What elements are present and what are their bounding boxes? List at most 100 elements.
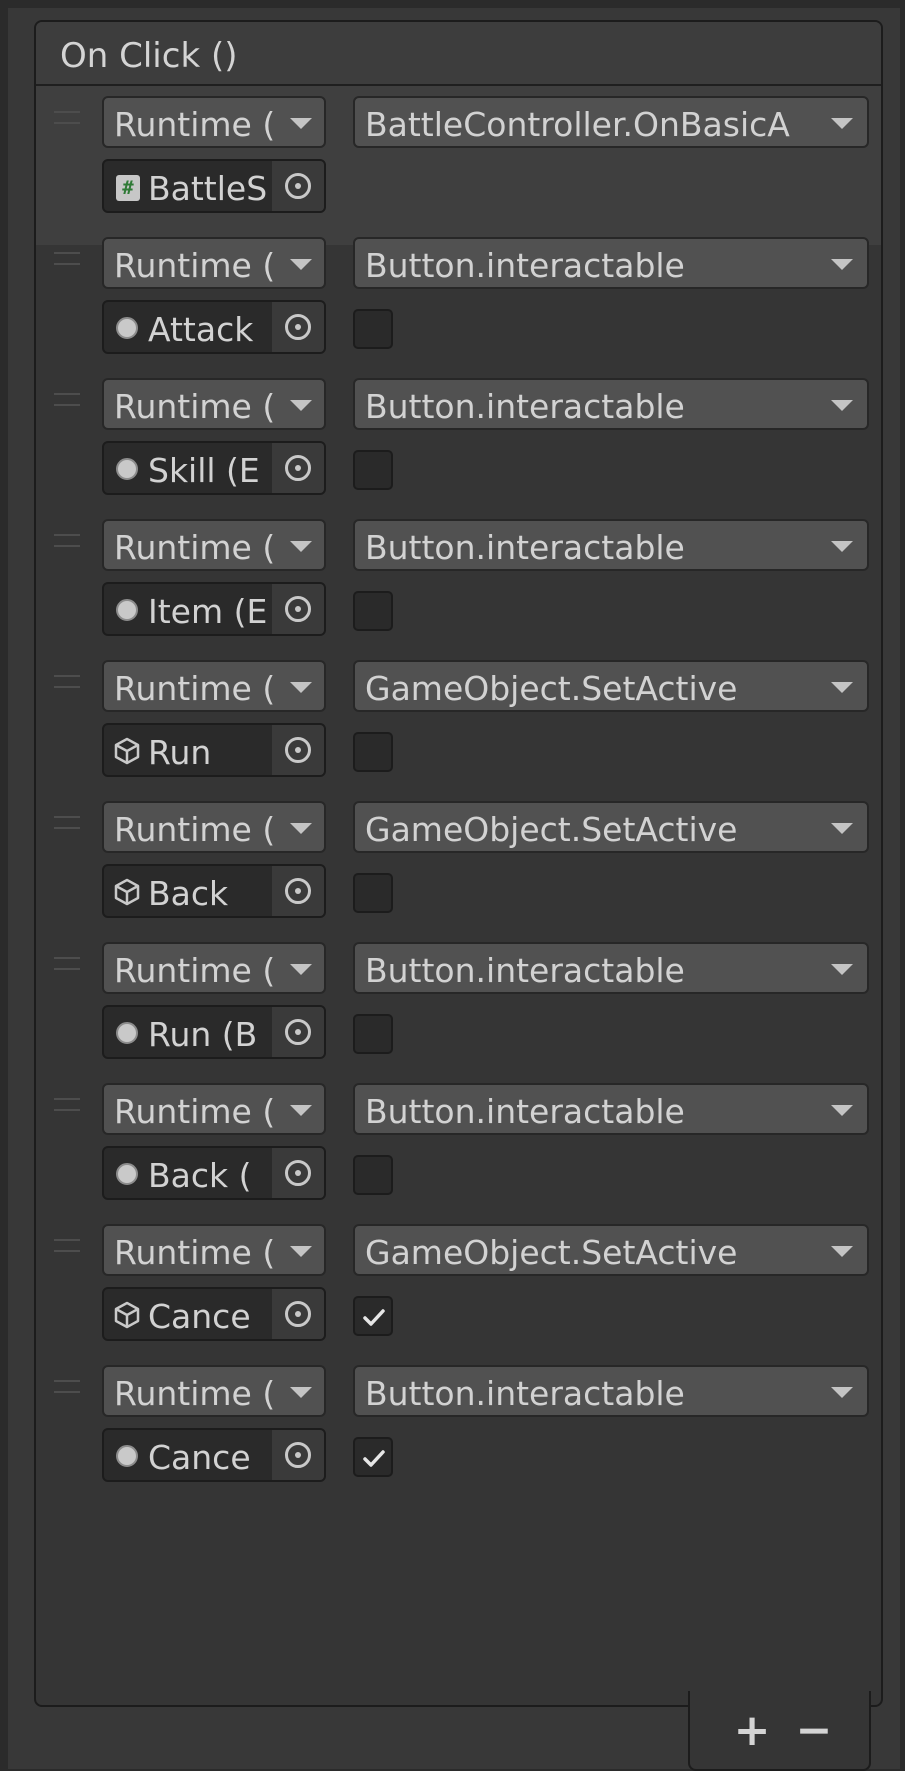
object-field[interactable]: Cance — [102, 1287, 326, 1341]
event-entry-row[interactable]: Runtime ( GameObject.SetActive Run — [36, 650, 881, 809]
value-checkbox[interactable] — [353, 1014, 393, 1054]
drag-handle-icon[interactable] — [54, 675, 80, 688]
value-checkbox[interactable] — [353, 873, 393, 913]
drag-handle-icon[interactable] — [54, 534, 80, 547]
runtime-dropdown[interactable]: Runtime ( — [102, 801, 326, 853]
value-checkbox[interactable] — [353, 1437, 393, 1477]
event-entry-row[interactable]: Runtime ( Button.interactable Cance — [36, 1355, 881, 1514]
object-picker-button[interactable] — [272, 584, 324, 634]
runtime-dropdown[interactable]: Runtime ( — [102, 519, 326, 571]
object-picker-button[interactable] — [272, 725, 324, 775]
object-label: BattleS — [148, 169, 268, 208]
event-entry-row[interactable]: Runtime ( Button.interactable Run (B — [36, 932, 881, 1091]
runtime-dropdown[interactable]: Runtime ( — [102, 96, 326, 148]
object-picker-icon — [285, 878, 311, 904]
drag-handle-icon[interactable] — [54, 1239, 80, 1252]
drag-handle-icon[interactable] — [54, 1098, 80, 1111]
object-picker-button[interactable] — [272, 866, 324, 916]
cube-icon — [114, 1301, 140, 1329]
remove-entry-button[interactable]: − — [790, 1707, 838, 1755]
circle-icon — [116, 1022, 138, 1044]
object-picker-button[interactable] — [272, 161, 324, 211]
object-field[interactable]: Cance — [102, 1428, 326, 1482]
function-dropdown[interactable]: Button.interactable — [353, 519, 869, 571]
event-entry-row[interactable]: Runtime ( GameObject.SetActive Back — [36, 791, 881, 950]
object-picker-button[interactable] — [272, 1148, 324, 1198]
function-label: Button.interactable — [365, 1092, 685, 1131]
runtime-label: Runtime ( — [114, 669, 276, 708]
object-picker-button[interactable] — [272, 1289, 324, 1339]
object-picker-button[interactable] — [272, 302, 324, 352]
object-label: Cance — [148, 1438, 251, 1477]
function-dropdown[interactable]: Button.interactable — [353, 237, 869, 289]
runtime-dropdown[interactable]: Runtime ( — [102, 1083, 326, 1135]
value-checkbox[interactable] — [353, 732, 393, 772]
object-field[interactable]: Back ( — [102, 1146, 326, 1200]
event-entry-row[interactable]: Runtime ( Button.interactable Back ( — [36, 1073, 881, 1232]
add-entry-button[interactable]: + — [728, 1707, 776, 1755]
dropdown-arrow-icon — [290, 964, 312, 975]
drag-handle-icon[interactable] — [54, 957, 80, 970]
function-label: GameObject.SetActive — [365, 669, 738, 708]
function-dropdown[interactable]: Button.interactable — [353, 942, 869, 994]
function-dropdown[interactable]: GameObject.SetActive — [353, 801, 869, 853]
dropdown-arrow-icon — [290, 541, 312, 552]
drag-handle-icon[interactable] — [54, 816, 80, 829]
script-icon: # — [116, 175, 140, 201]
object-field[interactable]: Back — [102, 864, 326, 918]
value-checkbox[interactable] — [353, 591, 393, 631]
function-label: Button.interactable — [365, 246, 685, 285]
dropdown-arrow-icon — [290, 118, 312, 129]
function-dropdown[interactable]: Button.interactable — [353, 378, 869, 430]
function-dropdown[interactable]: Button.interactable — [353, 1083, 869, 1135]
cube-icon — [114, 737, 140, 765]
object-picker-icon — [285, 1301, 311, 1327]
runtime-dropdown[interactable]: Runtime ( — [102, 1365, 326, 1417]
function-dropdown[interactable]: BattleController.OnBasicA — [353, 96, 869, 148]
object-field[interactable]: # BattleS — [102, 159, 326, 213]
checkmark-icon — [360, 1444, 388, 1472]
runtime-dropdown[interactable]: Runtime ( — [102, 378, 326, 430]
function-dropdown[interactable]: GameObject.SetActive — [353, 660, 869, 712]
drag-handle-icon[interactable] — [54, 111, 80, 124]
function-dropdown[interactable]: GameObject.SetActive — [353, 1224, 869, 1276]
event-entry-row[interactable]: Runtime ( Button.interactable Attack — [36, 227, 881, 386]
runtime-label: Runtime ( — [114, 105, 276, 144]
object-picker-button[interactable] — [272, 1007, 324, 1057]
object-picker-button[interactable] — [272, 443, 324, 493]
dropdown-arrow-icon — [831, 400, 853, 411]
object-field[interactable]: Item (E — [102, 582, 326, 636]
drag-handle-icon[interactable] — [54, 252, 80, 265]
event-entry-row[interactable]: Runtime ( Button.interactable Skill (E — [36, 368, 881, 527]
circle-icon — [116, 1163, 138, 1185]
function-dropdown[interactable]: Button.interactable — [353, 1365, 869, 1417]
runtime-dropdown[interactable]: Runtime ( — [102, 942, 326, 994]
drag-handle-icon[interactable] — [54, 393, 80, 406]
runtime-label: Runtime ( — [114, 1092, 276, 1131]
runtime-dropdown[interactable]: Runtime ( — [102, 237, 326, 289]
event-entry-row[interactable]: Runtime ( Button.interactable Item (E — [36, 509, 881, 668]
object-picker-button[interactable] — [272, 1430, 324, 1480]
object-field[interactable]: Run (B — [102, 1005, 326, 1059]
runtime-dropdown[interactable]: Runtime ( — [102, 1224, 326, 1276]
runtime-label: Runtime ( — [114, 810, 276, 849]
dropdown-arrow-icon — [290, 259, 312, 270]
function-label: GameObject.SetActive — [365, 1233, 738, 1272]
function-label: Button.interactable — [365, 528, 685, 567]
object-label: Run — [148, 733, 212, 772]
value-checkbox[interactable] — [353, 309, 393, 349]
event-entry-row[interactable]: Runtime ( BattleController.OnBasicA # Battl… — [36, 86, 881, 245]
checkmark-icon — [360, 1303, 388, 1331]
object-picker-icon — [285, 455, 311, 481]
value-checkbox[interactable] — [353, 450, 393, 490]
runtime-dropdown[interactable]: Runtime ( — [102, 660, 326, 712]
value-checkbox[interactable] — [353, 1296, 393, 1336]
object-field[interactable]: Skill (E — [102, 441, 326, 495]
runtime-label: Runtime ( — [114, 1233, 276, 1272]
event-entry-row[interactable]: Runtime ( GameObject.SetActive Cance — [36, 1214, 881, 1373]
value-checkbox[interactable] — [353, 1155, 393, 1195]
object-label: Item (E — [148, 592, 268, 631]
object-field[interactable]: Attack — [102, 300, 326, 354]
drag-handle-icon[interactable] — [54, 1380, 80, 1393]
object-field[interactable]: Run — [102, 723, 326, 777]
